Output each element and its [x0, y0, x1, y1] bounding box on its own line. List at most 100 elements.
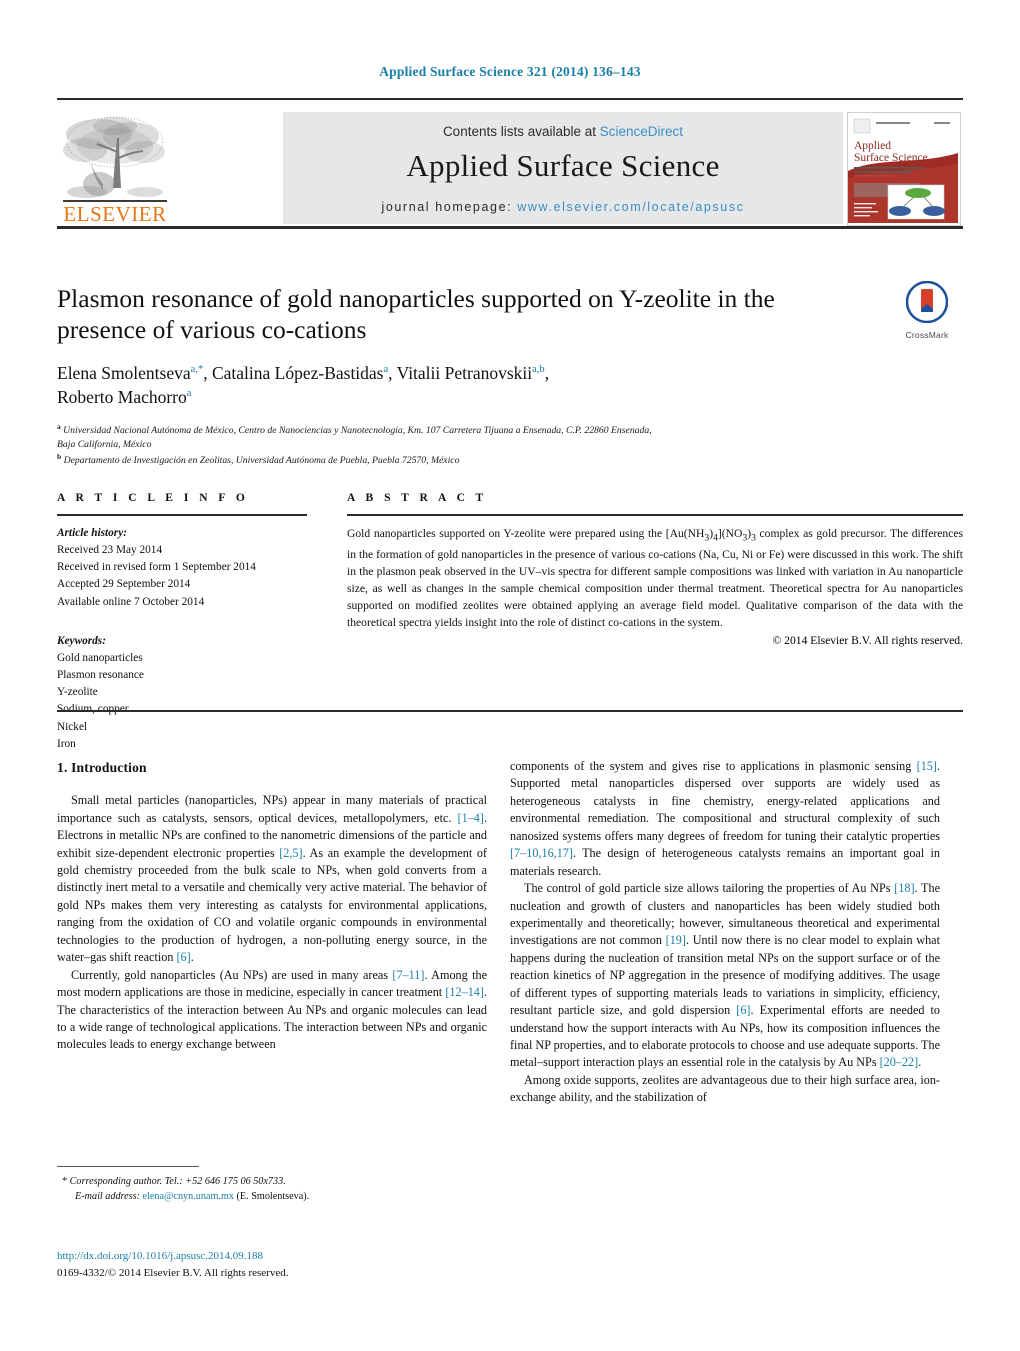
crossmark-badge[interactable]: CrossMark	[895, 280, 959, 345]
citation-ref[interactable]: [15]	[917, 759, 937, 773]
intro-paragraph-2: Currently, gold nanoparticles (Au NPs) a…	[57, 967, 487, 1054]
journal-cover-image: Applied Surface Science	[848, 113, 958, 223]
abstract-part-5: complex as gold precursor. The differenc…	[347, 527, 963, 630]
affiliation-b: b Departamento de Investigación en Zeoli…	[57, 452, 907, 468]
page-title: Plasmon resonance of gold nanoparticles …	[57, 284, 775, 345]
svg-text:Surface Science: Surface Science	[854, 152, 928, 164]
history-online: Available online 7 October 2014	[57, 595, 205, 608]
keyword-item: Y-zeolite	[57, 686, 98, 699]
intro-p1-c: . As an example the development of gold …	[57, 845, 487, 965]
email-link[interactable]: elena@cnyn.unam.mx	[143, 1191, 234, 1202]
corresponding-author-footnote: * Corresponding author. Tel.: +52 646 17…	[57, 1166, 487, 1205]
abstract-copyright: © 2014 Elsevier B.V. All rights reserved…	[772, 634, 963, 648]
keyword-item: Nickel	[57, 720, 88, 733]
author-3: , Vitalii Petranovskii	[388, 363, 533, 384]
issn-copyright-line: 0169-4332/© 2014 Elsevier B.V. All right…	[57, 1266, 289, 1279]
citation-ref[interactable]: [7–10,16,17]	[510, 846, 573, 860]
article-info-heading: A R T I C L E I N F O	[57, 492, 249, 504]
intro-p3-c: . The design of heterogeneous catalysts …	[510, 846, 940, 878]
affiliation-b-text: Departamento de Investigación en Zeolita…	[63, 455, 460, 467]
citation-ref[interactable]: [18]	[894, 881, 914, 895]
elsevier-wordmark: ELSEVIER	[63, 202, 167, 226]
intro-paragraph-3: components of the system and gives rise …	[510, 758, 940, 880]
body-column-left: 1. Introduction Small metal particles (n…	[57, 758, 487, 1054]
journal-title: Applied Surface Science	[406, 148, 720, 183]
citation-ref[interactable]: [19]	[666, 933, 686, 947]
journal-cover-thumbnail: Applied Surface Science	[847, 112, 961, 226]
citation-ref[interactable]: [7–11]	[392, 968, 424, 982]
intro-paragraph-5: Among oxide supports, zeolites are advan…	[510, 1072, 940, 1105]
abstract-part-1: Gold nanoparticles supported on Y-zeolit…	[347, 527, 705, 540]
citation-ref[interactable]: [12–14]	[445, 985, 484, 999]
affiliation-a-marker: a	[57, 421, 61, 431]
affiliation-a-text: Universidad Nacional Autónoma de México,…	[63, 424, 652, 436]
affiliation-a-continued: Baja California, México	[57, 438, 152, 450]
author-4-affil-marker: a	[186, 388, 192, 400]
svg-text:Applied: Applied	[854, 140, 891, 152]
affiliation-b-marker: b	[57, 451, 62, 461]
footnote-rule	[57, 1166, 199, 1167]
intro-p4-e: .	[918, 1055, 922, 1070]
citation-ref[interactable]: [6]	[176, 950, 190, 964]
history-accepted: Accepted 29 September 2014	[57, 578, 191, 591]
keyword-item: Plasmon resonance	[57, 669, 144, 682]
citation-ref[interactable]: [20–22]	[880, 1055, 919, 1069]
journal-band: Contents lists available at ScienceDirec…	[283, 112, 843, 224]
intro-p3-a: components of the system and gives rise …	[510, 759, 917, 773]
elsevier-logo: ELSEVIER	[59, 112, 169, 226]
article-history-label: Article history:	[57, 527, 127, 539]
running-head: Applied Surface Science 321 (2014) 136–1…	[379, 64, 641, 79]
doi-block: http://dx.doi.org/10.1016/j.apsusc.2014.…	[57, 1248, 577, 1281]
corresponding-author-text: Corresponding author. Tel.: +52 646 175 …	[69, 1176, 286, 1187]
author-3-affil-marker: a,b	[532, 364, 545, 376]
masthead-top-rule	[57, 98, 963, 100]
abstract-column: A B S T R A C T Gold nanoparticles suppo…	[347, 492, 963, 647]
crossmark-icon	[905, 280, 949, 324]
article-page: Applied Surface Science 321 (2014) 136–1…	[0, 0, 1020, 1351]
keywords-label: Keywords:	[57, 634, 106, 647]
homepage-url-link[interactable]: www.elsevier.com/locate/apsusc	[517, 200, 744, 214]
article-history: Article history: Received 23 May 2014 Re…	[57, 525, 307, 611]
email-line: E-mail address: elena@cnyn.unam.mx (E. S…	[57, 1189, 487, 1204]
crossmark-label: CrossMark	[905, 330, 949, 340]
author-2: , Catalina López-Bastidas	[203, 363, 384, 384]
abstract-heading: A B S T R A C T	[347, 492, 488, 504]
sciencedirect-link[interactable]: ScienceDirect	[600, 124, 683, 139]
history-received: Received 23 May 2014	[57, 544, 163, 557]
citation-ref[interactable]: [1–4]	[458, 811, 484, 825]
abstract-text: Gold nanoparticles supported on Y-zeolit…	[347, 525, 963, 631]
doi-link[interactable]: http://dx.doi.org/10.1016/j.apsusc.2014.…	[57, 1248, 577, 1265]
email-owner: (E. Smolentseva).	[236, 1191, 310, 1203]
abstract-rule	[347, 514, 963, 516]
author-1: Elena Smolentseva	[57, 363, 191, 384]
affiliation-a: a Universidad Nacional Autónoma de Méxic…	[57, 422, 907, 438]
journal-homepage-line: journal homepage: www.elsevier.com/locat…	[283, 200, 843, 214]
citation-ref[interactable]: [6]	[736, 1003, 750, 1017]
intro-p2-a: Currently, gold nanoparticles (Au NPs) a…	[71, 967, 393, 982]
contents-prefix: Contents lists available at	[442, 124, 600, 139]
title-block: CrossMark Plasmon resonance of gold nano…	[57, 280, 963, 469]
affiliations: a Universidad Nacional Autónoma de Méxic…	[57, 422, 907, 469]
body-column-right: components of the system and gives rise …	[510, 758, 940, 1107]
info-abstract-bottom-rule	[57, 710, 963, 712]
citation-ref[interactable]: [2,5]	[279, 846, 302, 860]
corresponding-author-line: * Corresponding author. Tel.: +52 646 17…	[57, 1174, 487, 1189]
intro-p4-a: The control of gold particle size allows…	[524, 881, 895, 896]
elsevier-tree-icon	[63, 116, 165, 198]
intro-p1-d: .	[190, 950, 194, 965]
keywords-block: Keywords: Gold nanoparticles Plasmon res…	[57, 633, 307, 753]
masthead-bottom-rule	[57, 226, 963, 229]
intro-paragraph-4: The control of gold particle size allows…	[510, 880, 940, 1072]
abstract-part-3: ](NO	[717, 527, 743, 540]
author-1-affil-marker: a,*	[190, 364, 204, 376]
history-revised: Received in revised form 1 September 201…	[57, 561, 256, 574]
keyword-item: Iron	[57, 737, 76, 750]
introduction-heading: 1. Introduction	[57, 760, 147, 775]
homepage-label: journal homepage:	[381, 200, 513, 214]
email-label: E-mail address:	[75, 1191, 140, 1203]
journal-masthead: ELSEVIER Contents lists available at Sci…	[57, 98, 963, 229]
intro-p1-a: Small metal particles (nanoparticles, NP…	[57, 793, 487, 825]
corresponding-author-marker: *	[62, 1176, 68, 1187]
contents-available-line: Contents lists available at ScienceDirec…	[283, 124, 843, 139]
intro-paragraph-1: Small metal particles (nanoparticles, NP…	[57, 792, 487, 966]
